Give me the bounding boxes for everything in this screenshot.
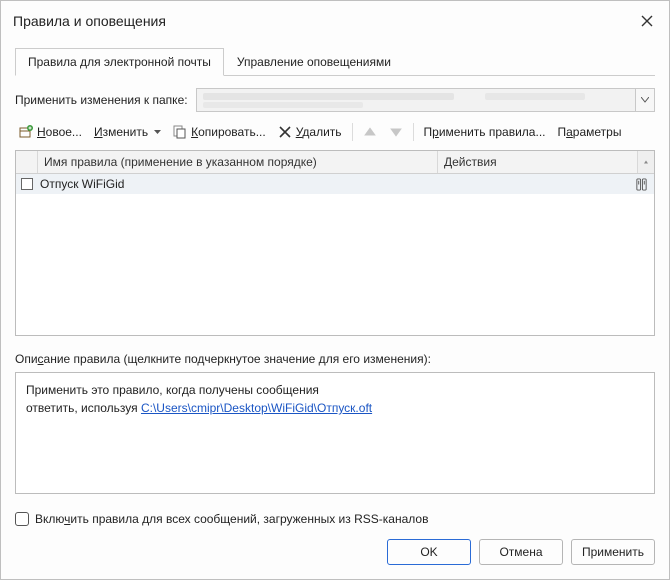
delete-icon xyxy=(278,125,292,139)
template-path-link[interactable]: C:\Users\cmipr\Desktop\WiFiGid\Отпуск.of… xyxy=(141,401,372,415)
description-label: Описание правила (щелкните подчеркнутое … xyxy=(15,352,655,366)
titlebar: Правила и оповещения xyxy=(1,1,669,41)
apply-rules-button[interactable]: Применить правила... xyxy=(420,122,550,142)
row-rule-name: Отпуск WiFiGid xyxy=(38,177,438,191)
apply-folder-label: Применить изменения к папке: xyxy=(15,93,188,107)
table-row[interactable]: Отпуск WiFiGid xyxy=(16,174,654,194)
triangle-up-icon xyxy=(644,159,648,165)
chevron-down-icon xyxy=(154,130,161,135)
col-checkbox[interactable] xyxy=(16,151,38,173)
triangle-up-icon xyxy=(363,125,377,139)
content-area: Правила для электронной почты Управление… xyxy=(1,41,669,579)
move-down-button[interactable] xyxy=(385,122,407,142)
redacted-text xyxy=(203,93,455,100)
close-icon xyxy=(641,15,653,27)
apply-folder-row: Применить изменения к папке: xyxy=(15,88,655,112)
window-title: Правила и оповещения xyxy=(13,13,166,29)
apply-button[interactable]: Применить xyxy=(571,539,655,565)
copy-rule-button[interactable]: Копировать... xyxy=(169,122,270,142)
grid-body: Отпуск WiFiGid xyxy=(16,174,654,335)
combo-dropdown-button[interactable] xyxy=(635,88,655,112)
col-actions[interactable]: Действия xyxy=(438,151,638,173)
separator xyxy=(352,123,353,141)
delete-rule-button[interactable]: Удалить xyxy=(274,122,346,142)
cancel-button[interactable]: Отмена xyxy=(479,539,563,565)
separator xyxy=(413,123,414,141)
tab-manage-alerts[interactable]: Управление оповещениями xyxy=(224,48,404,76)
grid-header: Имя правила (применение в указанном поря… xyxy=(16,151,654,174)
description-box: Применить это правило, когда получены со… xyxy=(15,372,655,494)
toolbar: Новое... Изменить Копировать... Удалить xyxy=(15,122,655,142)
description-line: Применить это правило, когда получены со… xyxy=(26,381,644,399)
close-button[interactable] xyxy=(635,9,659,33)
copy-icon xyxy=(173,125,187,139)
redacted-text xyxy=(485,93,586,100)
triangle-down-icon xyxy=(389,125,403,139)
move-up-button[interactable] xyxy=(359,122,381,142)
col-name[interactable]: Имя правила (применение в указанном поря… xyxy=(38,151,438,173)
rules-dialog: Правила и оповещения Правила для электро… xyxy=(0,0,670,580)
template-icon xyxy=(635,178,648,191)
checkbox-icon xyxy=(15,512,29,526)
chevron-down-icon xyxy=(641,97,649,103)
tab-label: Управление оповещениями xyxy=(237,55,391,69)
new-rule-icon xyxy=(19,125,33,139)
rss-label: Включить правила для всех сообщений, заг… xyxy=(35,512,428,526)
description-line: ответить, используя C:\Users\cmipr\Deskt… xyxy=(26,399,644,417)
tab-strip: Правила для электронной почты Управление… xyxy=(15,47,655,76)
new-rule-button[interactable]: Новое... xyxy=(15,122,86,142)
scroll-up-button[interactable] xyxy=(638,151,654,173)
tab-email-rules[interactable]: Правила для электронной почты xyxy=(15,48,224,76)
row-actions xyxy=(438,178,654,191)
rss-checkbox-row[interactable]: Включить правила для всех сообщений, заг… xyxy=(15,512,655,526)
rules-grid: Имя правила (применение в указанном поря… xyxy=(15,150,655,336)
apply-folder-combo[interactable] xyxy=(196,88,655,112)
checkbox-icon xyxy=(21,178,33,190)
options-button[interactable]: Параметры xyxy=(553,122,625,142)
ok-button[interactable]: OK xyxy=(387,539,471,565)
edit-rule-button[interactable]: Изменить xyxy=(90,122,165,142)
dialog-footer: OK Отмена Применить xyxy=(15,529,655,565)
tab-label: Правила для электронной почты xyxy=(28,55,211,69)
row-checkbox[interactable] xyxy=(16,178,38,190)
redacted-text xyxy=(203,102,363,108)
